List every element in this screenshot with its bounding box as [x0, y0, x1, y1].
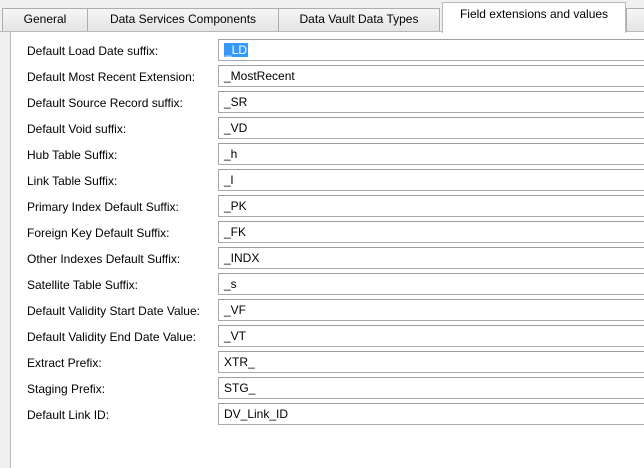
hub-table-suffix-field[interactable]: _h	[218, 143, 644, 165]
form-row-foreign-key-suffix: Foreign Key Default Suffix: _FK	[11, 220, 644, 246]
form-row-validity-start-date: Default Validity Start Date Value: _VF	[11, 298, 644, 324]
hub-table-suffix-label: Hub Table Suffix:	[27, 148, 118, 162]
form-row-hub-table-suffix: Hub Table Suffix: _h	[11, 142, 644, 168]
form-row-validity-end-date: Default Validity End Date Value: _VT	[11, 324, 644, 350]
tab-data-vault-data-types[interactable]: Data Vault Data Types	[278, 8, 440, 31]
default-link-id-label: Default Link ID:	[27, 408, 110, 422]
validity-start-date-label: Default Validity Start Date Value:	[27, 304, 200, 318]
form-row-extract-prefix: Extract Prefix: XTR_	[11, 350, 644, 376]
primary-index-suffix-field[interactable]: _PK	[218, 195, 644, 217]
load-date-suffix-label: Default Load Date suffix:	[27, 44, 159, 58]
link-table-suffix-label: Link Table Suffix:	[27, 174, 118, 188]
source-record-suffix-label: Default Source Record suffix:	[27, 96, 183, 110]
staging-prefix-field[interactable]: STG_	[218, 377, 644, 399]
form-row-staging-prefix: Staging Prefix: STG_	[11, 376, 644, 402]
load-date-suffix-field[interactable]: _LD	[218, 39, 644, 61]
form-row-load-date-suffix: Default Load Date suffix: _LD	[11, 38, 644, 64]
form-row-most-recent-extension: Default Most Recent Extension: _MostRece…	[11, 64, 644, 90]
form-row-link-table-suffix: Link Table Suffix: _l	[11, 168, 644, 194]
tab-general[interactable]: General	[2, 8, 88, 31]
form-row-other-indexes-suffix: Other Indexes Default Suffix: _INDX	[11, 246, 644, 272]
most-recent-extension-field[interactable]: _MostRecent	[218, 65, 644, 87]
staging-prefix-label: Staging Prefix:	[27, 382, 106, 396]
form-row-source-record-suffix: Default Source Record suffix: _SR	[11, 90, 644, 116]
most-recent-extension-label: Default Most Recent Extension:	[27, 70, 196, 84]
field-extensions-panel: Default Load Date suffix: _LD Default Mo…	[10, 32, 644, 468]
form-row-primary-index-suffix: Primary Index Default Suffix: _PK	[11, 194, 644, 220]
tab-field-extensions-and-values[interactable]: Field extensions and values	[442, 2, 626, 33]
validity-start-date-field[interactable]: _VF	[218, 299, 644, 321]
form-row-void-suffix: Default Void suffix: _VD	[11, 116, 644, 142]
extract-prefix-field[interactable]: XTR_	[218, 351, 644, 373]
form-row-default-link-id: Default Link ID: DV_Link_ID	[11, 402, 644, 428]
source-record-suffix-field[interactable]: _SR	[218, 91, 644, 113]
void-suffix-field[interactable]: _VD	[218, 117, 644, 139]
tab-overflow[interactable]	[626, 8, 644, 31]
satellite-table-suffix-field[interactable]: _s	[218, 273, 644, 295]
satellite-table-suffix-label: Satellite Table Suffix:	[27, 278, 138, 292]
default-link-id-field[interactable]: DV_Link_ID	[218, 403, 644, 425]
primary-index-suffix-label: Primary Index Default Suffix:	[27, 200, 179, 214]
load-date-suffix-value: _LD	[224, 43, 249, 57]
validity-end-date-field[interactable]: _VT	[218, 325, 644, 347]
validity-end-date-label: Default Validity End Date Value:	[27, 330, 196, 344]
tab-strip: General Data Services Components Data Va…	[0, 0, 644, 33]
void-suffix-label: Default Void suffix:	[27, 122, 127, 136]
tab-data-services-components[interactable]: Data Services Components	[87, 8, 279, 31]
link-table-suffix-field[interactable]: _l	[218, 169, 644, 191]
foreign-key-suffix-field[interactable]: _FK	[218, 221, 644, 243]
other-indexes-suffix-label: Other Indexes Default Suffix:	[27, 252, 181, 266]
other-indexes-suffix-field[interactable]: _INDX	[218, 247, 644, 269]
foreign-key-suffix-label: Foreign Key Default Suffix:	[27, 226, 170, 240]
form-row-satellite-table-suffix: Satellite Table Suffix: _s	[11, 272, 644, 298]
extract-prefix-label: Extract Prefix:	[27, 356, 102, 370]
properties-window: General Data Services Components Data Va…	[0, 0, 644, 468]
